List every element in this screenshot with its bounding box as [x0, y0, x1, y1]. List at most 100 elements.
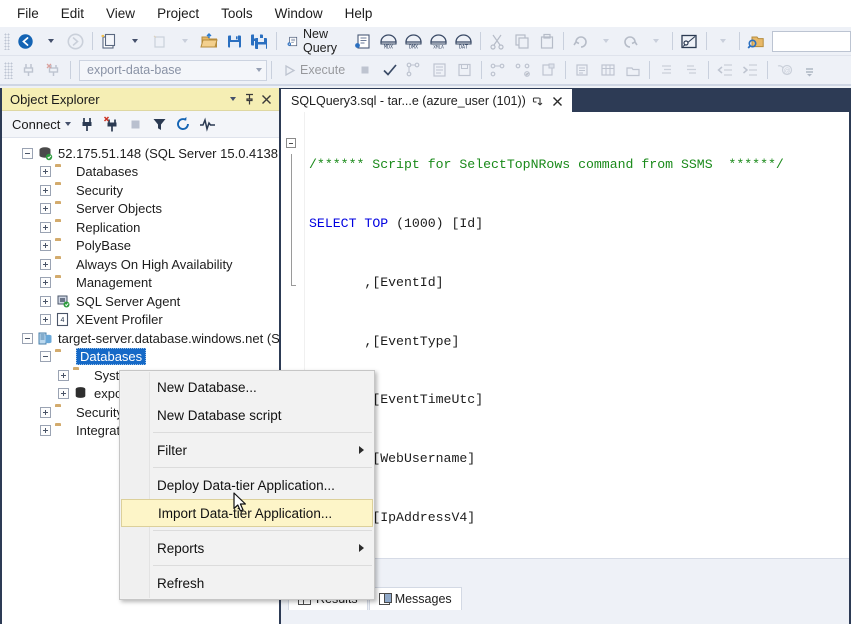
tree-node-sql-server-agent[interactable]: SQL Server Agent	[2, 292, 279, 311]
new-project-dropdown[interactable]	[123, 30, 146, 53]
ctx-reports[interactable]: Reports	[120, 534, 374, 562]
editor-tab-sqlquery3[interactable]: SQLQuery3.sql - tar...e (azure_user (101…	[281, 89, 572, 112]
filter-icon[interactable]	[148, 114, 170, 135]
new-project-icon[interactable]	[98, 30, 121, 53]
ctx-new-database[interactable]: New Database...	[120, 373, 374, 401]
results-to-grid-icon[interactable]	[537, 59, 560, 82]
expand-toggle-icon[interactable]	[40, 240, 51, 252]
navigate-backward-dropdown[interactable]	[39, 30, 62, 53]
expand-toggle-icon[interactable]	[40, 184, 51, 196]
cut-icon[interactable]	[485, 30, 508, 53]
tab-pin-icon[interactable]	[532, 96, 546, 107]
new-item-dropdown[interactable]	[173, 30, 196, 53]
specify-values-icon[interactable]: @	[773, 59, 796, 82]
collapse-toggle-icon[interactable]	[22, 332, 33, 344]
results-to-table-icon[interactable]	[596, 59, 619, 82]
tree-node-polybase[interactable]: PolyBase	[2, 237, 279, 256]
execute-button[interactable]: Execute	[277, 59, 351, 82]
menu-project[interactable]: Project	[146, 2, 210, 26]
include-live-stats-icon[interactable]	[512, 59, 535, 82]
save-all-icon[interactable]	[248, 30, 271, 53]
menu-edit[interactable]: Edit	[50, 2, 95, 26]
ctx-new-database-script[interactable]: New Database script	[120, 401, 374, 429]
connect-icon[interactable]	[17, 59, 40, 82]
find-in-files-icon[interactable]	[745, 30, 768, 53]
new-data-query-icon[interactable]: DAT	[452, 30, 475, 53]
paste-icon[interactable]	[535, 30, 558, 53]
expand-toggle-icon[interactable]	[40, 258, 51, 270]
new-dax-query-icon[interactable]: DMX	[402, 30, 425, 53]
expand-toggle-icon[interactable]	[40, 314, 51, 326]
menu-view[interactable]: View	[95, 2, 146, 26]
new-dmx-query-icon[interactable]: MDX	[377, 30, 400, 53]
open-file-icon[interactable]	[198, 30, 221, 53]
close-icon[interactable]	[258, 91, 275, 108]
menu-tools[interactable]: Tools	[210, 2, 264, 26]
disconnect-icon[interactable]	[42, 59, 65, 82]
refresh-icon[interactable]	[172, 114, 194, 135]
quick-launch-input[interactable]	[771, 30, 851, 52]
expand-toggle-icon[interactable]	[40, 295, 51, 307]
tree-node-server-target[interactable]: target-server.database.windows.net (SQ	[2, 329, 279, 348]
navigate-forward-button[interactable]	[64, 30, 87, 53]
expand-toggle-icon[interactable]	[40, 277, 51, 289]
ctx-deploy-data-tier-application[interactable]: Deploy Data-tier Application...	[120, 471, 374, 499]
redo-icon[interactable]	[619, 30, 642, 53]
tree-node-server-objects[interactable]: Server Objects	[2, 200, 279, 219]
disconnect-object-explorer-icon[interactable]	[100, 114, 122, 135]
toolbar-grip[interactable]	[4, 61, 13, 79]
toolbar-overflow2-icon[interactable]	[798, 59, 821, 82]
expand-toggle-icon[interactable]	[58, 369, 69, 381]
new-xmla-query-icon[interactable]: XMLA	[427, 30, 450, 53]
undo-dropdown[interactable]	[594, 30, 617, 53]
copy-icon[interactable]	[510, 30, 533, 53]
menu-help[interactable]: Help	[334, 2, 384, 26]
ctx-filter[interactable]: Filter	[120, 436, 374, 464]
tree-node-replication[interactable]: Replication	[2, 218, 279, 237]
save-icon[interactable]	[223, 30, 246, 53]
expand-toggle-icon[interactable]	[40, 166, 51, 178]
expand-toggle-icon[interactable]	[40, 221, 51, 233]
navigate-backward-button[interactable]	[14, 30, 37, 53]
undo-icon[interactable]	[569, 30, 592, 53]
parse-query-icon[interactable]	[378, 59, 401, 82]
expand-toggle-icon[interactable]	[40, 203, 51, 215]
connect-object-explorer-icon[interactable]	[76, 114, 98, 135]
panel-menu-icon[interactable]	[224, 91, 241, 108]
increase-indent-icon[interactable]	[739, 59, 762, 82]
ctx-refresh[interactable]: Refresh	[120, 569, 374, 597]
collapse-toggle-icon[interactable]	[22, 147, 33, 159]
menu-window[interactable]: Window	[264, 2, 334, 26]
redo-dropdown[interactable]	[644, 30, 667, 53]
comment-lines-icon[interactable]	[655, 59, 678, 82]
results-to-text-icon[interactable]	[571, 59, 594, 82]
tree-node-management[interactable]: Management	[2, 274, 279, 293]
menu-file[interactable]: File	[6, 2, 50, 26]
tree-node-target-databases[interactable]: Databases	[2, 348, 279, 367]
ctx-import-data-tier-application[interactable]: Import Data-tier Application...	[121, 499, 373, 527]
display-estimated-plan-icon[interactable]	[403, 59, 426, 82]
decrease-indent-icon[interactable]	[714, 59, 737, 82]
registered-servers-icon[interactable]	[678, 30, 701, 53]
tree-node-always-on[interactable]: Always On High Availability	[2, 255, 279, 274]
connect-button[interactable]: Connect	[8, 115, 75, 134]
activity-monitor-icon[interactable]	[196, 114, 218, 135]
database-combo[interactable]: export-data-base	[79, 59, 267, 81]
results-to-file-icon[interactable]	[453, 59, 476, 82]
results-to-file2-icon[interactable]	[621, 59, 644, 82]
uncomment-lines-icon[interactable]	[680, 59, 703, 82]
collapse-toggle-icon[interactable]	[40, 351, 51, 363]
tab-close-icon[interactable]	[552, 96, 566, 107]
new-query-button[interactable]: New Query	[281, 27, 349, 55]
tree-node-security[interactable]: Security	[2, 181, 279, 200]
include-actual-plan-icon[interactable]	[487, 59, 510, 82]
expand-toggle-icon[interactable]	[58, 388, 69, 400]
tree-node-server-local[interactable]: 52.175.51.148 (SQL Server 15.0.4138.2 -	[2, 144, 279, 163]
stop-button[interactable]	[353, 59, 376, 82]
expand-toggle-icon[interactable]	[40, 406, 51, 418]
new-item-icon[interactable]	[148, 30, 171, 53]
expand-toggle-icon[interactable]	[40, 425, 51, 437]
pin-icon[interactable]	[241, 91, 258, 108]
stop-action-icon[interactable]	[124, 114, 146, 135]
tab-messages[interactable]: Messages	[368, 587, 462, 610]
